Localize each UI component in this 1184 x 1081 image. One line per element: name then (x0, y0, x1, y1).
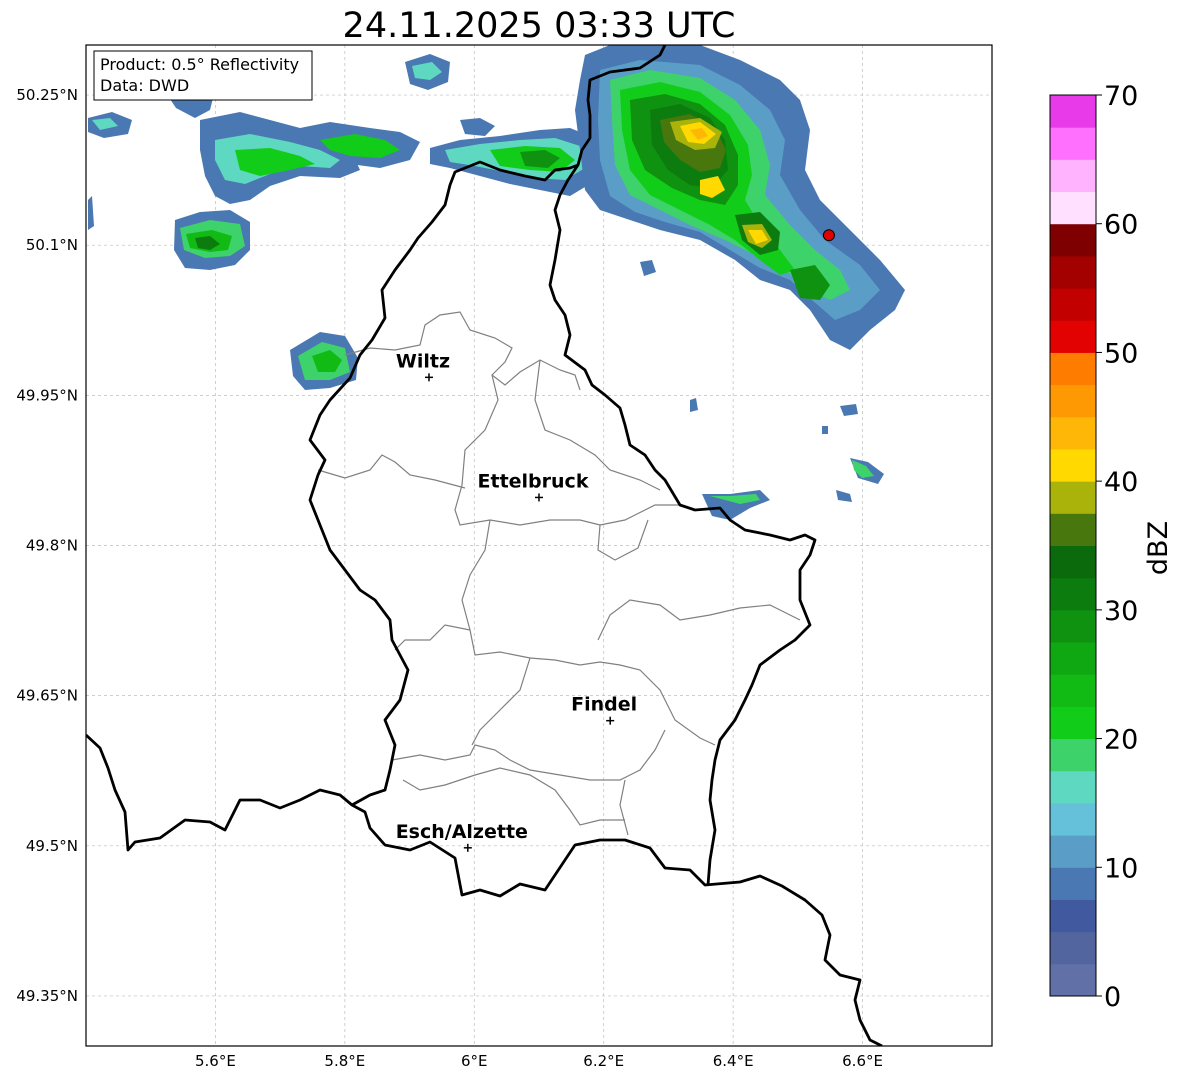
colorbar-segments (1050, 95, 1096, 997)
colorbar-segment (1050, 95, 1096, 128)
colorbar-segment (1050, 384, 1096, 418)
colorbar-segment (1050, 127, 1096, 160)
colorbar-tick-label: 30 (1104, 596, 1138, 627)
colorbar-segment (1050, 802, 1096, 836)
city-label-ettelbruck: Ettelbruck (478, 470, 589, 492)
colorbar-segment (1050, 642, 1096, 675)
colorbar-segment (1050, 223, 1096, 257)
colorbar-tick-label: 60 (1104, 210, 1138, 241)
x-tick-label: 5.8°E (324, 1052, 365, 1070)
y-tick-label: 49.35°N (16, 987, 78, 1005)
colorbar-segment (1050, 963, 1096, 997)
colorbar-ticks: 0 10 20 30 40 50 60 70 (1096, 81, 1138, 1013)
colorbar-segment (1050, 899, 1096, 933)
colorbar-label: dBZ (1143, 521, 1174, 575)
colorbar-segment (1050, 674, 1096, 707)
x-tick-label: 6°E (461, 1052, 488, 1070)
info-box: Product: 0.5° Reflectivity Data: DWD (93, 50, 313, 101)
colorbar-segment (1050, 288, 1096, 321)
colorbar-tick-label: 10 (1104, 853, 1138, 884)
colorbar-tick-label: 40 (1104, 467, 1138, 498)
colorbar: 0 10 20 30 40 50 60 70 dBZ (1049, 81, 1174, 1013)
y-tick-label: 49.65°N (16, 687, 78, 705)
x-tick-label: 6.4°E (713, 1052, 754, 1070)
x-axis-ticks: 5.6°E 5.8°E 6°E 6.2°E 6.4°E 6.6°E (195, 1052, 883, 1070)
y-tick-label: 49.5°N (26, 837, 78, 855)
colorbar-tick-label: 50 (1104, 338, 1138, 369)
colorbar-segment (1050, 835, 1096, 868)
y-tick-label: 49.95°N (16, 386, 78, 404)
colorbar-segment (1050, 931, 1096, 965)
y-tick-label: 50.1°N (26, 236, 78, 254)
colorbar-segment (1050, 416, 1096, 450)
colorbar-segment (1050, 448, 1096, 482)
colorbar-tick-label: 20 (1104, 725, 1138, 756)
colorbar-tick-label: 0 (1104, 982, 1121, 1013)
colorbar-segment (1050, 738, 1096, 772)
info-product-text: Product: 0.5° Reflectivity (100, 55, 299, 74)
city-label-findel: Findel (571, 694, 637, 716)
y-axis-ticks: 50.25°N 50.1°N 49.95°N 49.8°N 49.65°N 49.5°N 4… (16, 86, 78, 1005)
map-panel: Wiltz Ettelbruck Findel Esch/Alzette Pro… (85, 44, 993, 1047)
y-tick-label: 49.8°N (26, 537, 78, 555)
colorbar-segment (1050, 320, 1096, 353)
info-data-text: Data: DWD (100, 76, 189, 95)
colorbar-segment (1050, 770, 1096, 804)
y-tick-label: 50.25°N (16, 86, 78, 104)
x-tick-label: 5.6°E (195, 1052, 236, 1070)
colorbar-segment (1050, 706, 1096, 740)
city-label-esch-alzette: Esch/Alzette (396, 821, 528, 843)
colorbar-segment (1050, 577, 1096, 611)
colorbar-tick-label: 70 (1104, 81, 1138, 112)
colorbar-segment (1050, 191, 1096, 225)
colorbar-segment (1050, 159, 1096, 193)
colorbar-segment (1050, 255, 1096, 289)
colorbar-segment (1050, 867, 1096, 900)
map-title: 24.11.2025 03:33 UTC (343, 6, 736, 46)
city-label-wiltz: Wiltz (396, 350, 450, 372)
colorbar-segment (1050, 545, 1096, 579)
colorbar-segment (1050, 352, 1096, 386)
colorbar-segment (1050, 481, 1096, 514)
colorbar-segment (1050, 513, 1096, 546)
radar-map-figure: 24.11.2025 03:33 UTC Wiltz Ettelbruck Fi… (16, 6, 1174, 1070)
radar-site-marker (822, 229, 835, 242)
x-tick-label: 6.2°E (583, 1052, 624, 1070)
colorbar-segment (1050, 609, 1096, 643)
x-tick-label: 6.6°E (842, 1052, 883, 1070)
